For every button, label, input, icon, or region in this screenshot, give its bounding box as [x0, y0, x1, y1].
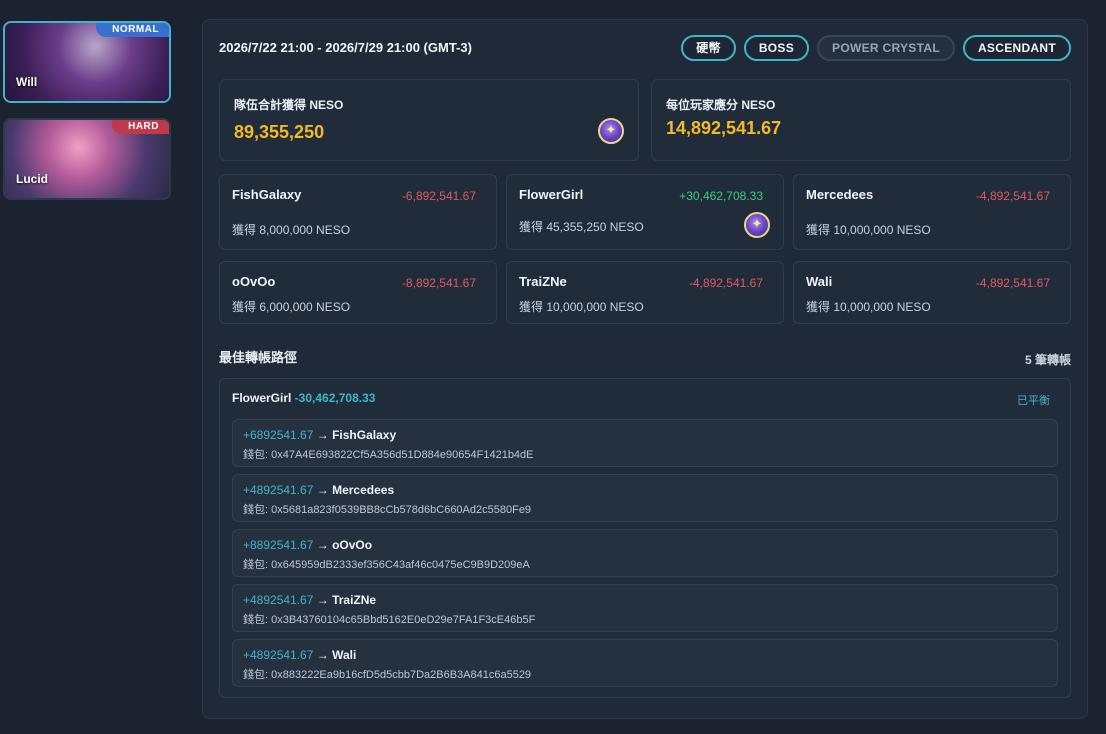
transfer-amount: +4892541.67	[243, 648, 314, 662]
difficulty-badge: HARD	[112, 120, 169, 134]
date-range: 2026/7/22 21:00 - 2026/7/29 21:00 (GMT-3…	[219, 40, 472, 55]
player-delta: -6,892,541.67	[401, 189, 476, 203]
transfer-item: +8892541.67 → oOvOo 錢包: 0x645959dB2333ef…	[232, 529, 1058, 577]
transfer-amount: +4892541.67	[243, 483, 314, 497]
player-delta: +30,462,708.33	[679, 189, 763, 203]
wallet-address: 錢包: 0x883222Ea9b16cfD5d5cbb7Da2B6B3A841c…	[243, 669, 532, 681]
route-card: FlowerGirl -30,462,708.33 已平衡 +6892541.6…	[219, 378, 1071, 698]
transfer-recipient: Mercedees	[332, 483, 395, 497]
transfer-amount: +6892541.67	[243, 428, 314, 442]
arrow-icon: →	[316, 428, 329, 442]
arrow-icon: →	[316, 538, 329, 552]
transfer-recipient: FishGalaxy	[332, 428, 397, 442]
route-payer: FlowerGirl -30,462,708.33	[232, 391, 375, 405]
difficulty-badge: NORMAL	[96, 23, 169, 37]
transfer-item: +4892541.67 → Wali 錢包: 0x883222Ea9b16cfD…	[232, 639, 1058, 687]
wallet-address: 錢包: 0x47A4E693822Cf5A356d51D884e90654F14…	[243, 449, 534, 461]
per-player-value: 14,892,541.67	[666, 118, 782, 138]
transfer-count: 5 筆轉帳	[1024, 353, 1071, 367]
neso-coin-icon	[744, 212, 770, 238]
boss-name: Will	[16, 75, 38, 89]
player-name: FishGalaxy	[232, 187, 302, 202]
transfer-amount: +4892541.67	[243, 593, 314, 607]
transfer-recipient: Wali	[332, 648, 357, 662]
transfer-recipient: oOvOo	[332, 538, 373, 552]
player-delta: -8,892,541.67	[401, 276, 476, 290]
main-panel: 2026/7/22 21:00 - 2026/7/29 21:00 (GMT-3…	[202, 19, 1088, 719]
player-received: 獲得 10,000,000 NESO	[806, 223, 931, 237]
player-card-oovoo: oOvOo -8,892,541.67 獲得 6,000,000 NESO	[219, 261, 497, 324]
payer-name: FlowerGirl	[232, 391, 292, 405]
payer-amount: -30,462,708.33	[294, 391, 376, 405]
player-name: oOvOo	[232, 274, 276, 289]
arrow-icon: →	[316, 483, 329, 497]
player-received: 獲得 45,355,250 NESO	[519, 220, 644, 234]
player-card-traizne: TraiZNe -4,892,541.67 獲得 10,000,000 NESO	[506, 261, 784, 324]
boss-card-will[interactable]: NORMAL Will	[3, 21, 171, 103]
wallet-address: 錢包: 0x645959dB2333ef356C43af46c0475eC9B9…	[243, 559, 530, 571]
player-card-fishgalaxy: FishGalaxy -6,892,541.67 獲得 8,000,000 NE…	[219, 174, 497, 250]
filter-power-crystal[interactable]: POWER CRYSTAL	[817, 35, 955, 61]
balanced-status: 已平衡	[1017, 395, 1050, 407]
transfer-amount: +8892541.67	[243, 538, 314, 552]
transfer-item: +4892541.67 → Mercedees 錢包: 0x5681a823f0…	[232, 474, 1058, 522]
per-player-label: 每位玩家應分 NESO	[666, 98, 776, 112]
player-name: TraiZNe	[519, 274, 567, 289]
arrow-icon: →	[316, 648, 329, 662]
player-received: 獲得 10,000,000 NESO	[806, 300, 931, 314]
transfer-item: +6892541.67 → FishGalaxy 錢包: 0x47A4E6938…	[232, 419, 1058, 467]
player-card-wali: Wali -4,892,541.67 獲得 10,000,000 NESO	[793, 261, 1071, 324]
boss-card-lucid[interactable]: HARD Lucid	[3, 118, 171, 200]
transfer-recipient: TraiZNe	[332, 593, 377, 607]
team-total-value: 89,355,250	[234, 122, 325, 142]
wallet-address: 錢包: 0x5681a823f0539BB8cCb578d6bC660Ad2c5…	[243, 504, 532, 516]
player-delta: -4,892,541.67	[975, 276, 1050, 290]
neso-coin-icon	[598, 118, 624, 144]
team-total-label: 隊伍合計獲得 NESO	[234, 98, 344, 112]
routes-title: 最佳轉帳路徑	[219, 350, 298, 365]
player-delta: -4,892,541.67	[688, 276, 763, 290]
player-delta: -4,892,541.67	[975, 189, 1050, 203]
filter-boss[interactable]: BOSS	[743, 35, 810, 61]
player-received: 獲得 6,000,000 NESO	[232, 300, 351, 314]
player-card-mercedees: Mercedees -4,892,541.67 獲得 10,000,000 NE…	[793, 174, 1071, 250]
wallet-address: 錢包: 0x3B43760104c65Bbd5162E0eD29e7FA1F3c…	[243, 614, 536, 626]
filter-group: 硬幣 BOSS POWER CRYSTAL ASCENDANT	[681, 35, 1071, 61]
player-card-flowergirl: FlowerGirl +30,462,708.33 獲得 45,355,250 …	[506, 174, 784, 250]
per-player-card: 每位玩家應分 NESO 14,892,541.67	[651, 79, 1071, 161]
player-received: 獲得 8,000,000 NESO	[232, 223, 351, 237]
team-total-card: 隊伍合計獲得 NESO 89,355,250	[219, 79, 639, 161]
player-received: 獲得 10,000,000 NESO	[519, 300, 644, 314]
boss-name: Lucid	[16, 172, 48, 186]
filter-coin[interactable]: 硬幣	[681, 35, 736, 61]
transfer-item: +4892541.67 → TraiZNe 錢包: 0x3B43760104c6…	[232, 584, 1058, 632]
player-name: Wali	[806, 274, 833, 289]
player-name: FlowerGirl	[519, 187, 584, 202]
filter-ascendant[interactable]: ASCENDANT	[962, 35, 1071, 61]
player-name: Mercedees	[806, 187, 874, 202]
arrow-icon: →	[316, 593, 329, 607]
